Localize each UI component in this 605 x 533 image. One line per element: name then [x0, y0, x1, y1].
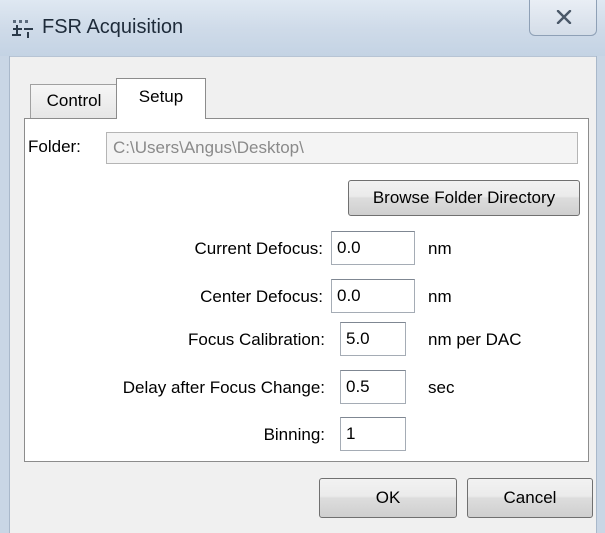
dialog-window: FSR Acquisition Control Setup Folder: Br… [0, 0, 605, 533]
delay-focus-change-input[interactable] [340, 370, 406, 404]
close-icon [556, 10, 572, 24]
title-bar[interactable]: FSR Acquisition [0, 0, 605, 57]
current-defocus-input[interactable] [331, 231, 415, 265]
tab-setup[interactable]: Setup [116, 78, 206, 119]
binning-label: Binning: [263, 425, 325, 444]
current-defocus-unit: nm [428, 239, 452, 258]
center-defocus-unit: nm [428, 287, 452, 306]
window-title: FSR Acquisition [42, 16, 184, 38]
focus-calibration-unit: nm per DAC [428, 330, 522, 349]
delay-focus-change-label: Delay after Focus Change: [122, 378, 325, 397]
ok-button[interactable]: OK [319, 478, 457, 518]
focus-calibration-label: Focus Calibration: [187, 330, 325, 349]
center-defocus-label: Center Defocus: [200, 287, 323, 306]
current-defocus-label: Current Defocus: [194, 239, 324, 258]
tab-control[interactable]: Control [30, 84, 118, 118]
app-icon [12, 18, 34, 38]
delay-focus-change-unit: sec [428, 378, 455, 397]
window-frame-left [0, 56, 10, 533]
browse-folder-button[interactable]: Browse Folder Directory [348, 180, 580, 216]
cancel-button[interactable]: Cancel [467, 478, 593, 518]
folder-path-field[interactable] [106, 132, 578, 164]
binning-input[interactable] [340, 417, 406, 451]
window-frame-right [596, 56, 605, 533]
folder-label: Folder: [28, 137, 81, 156]
focus-calibration-input[interactable] [340, 322, 406, 356]
close-button[interactable] [529, 0, 597, 36]
center-defocus-input[interactable] [331, 279, 415, 313]
